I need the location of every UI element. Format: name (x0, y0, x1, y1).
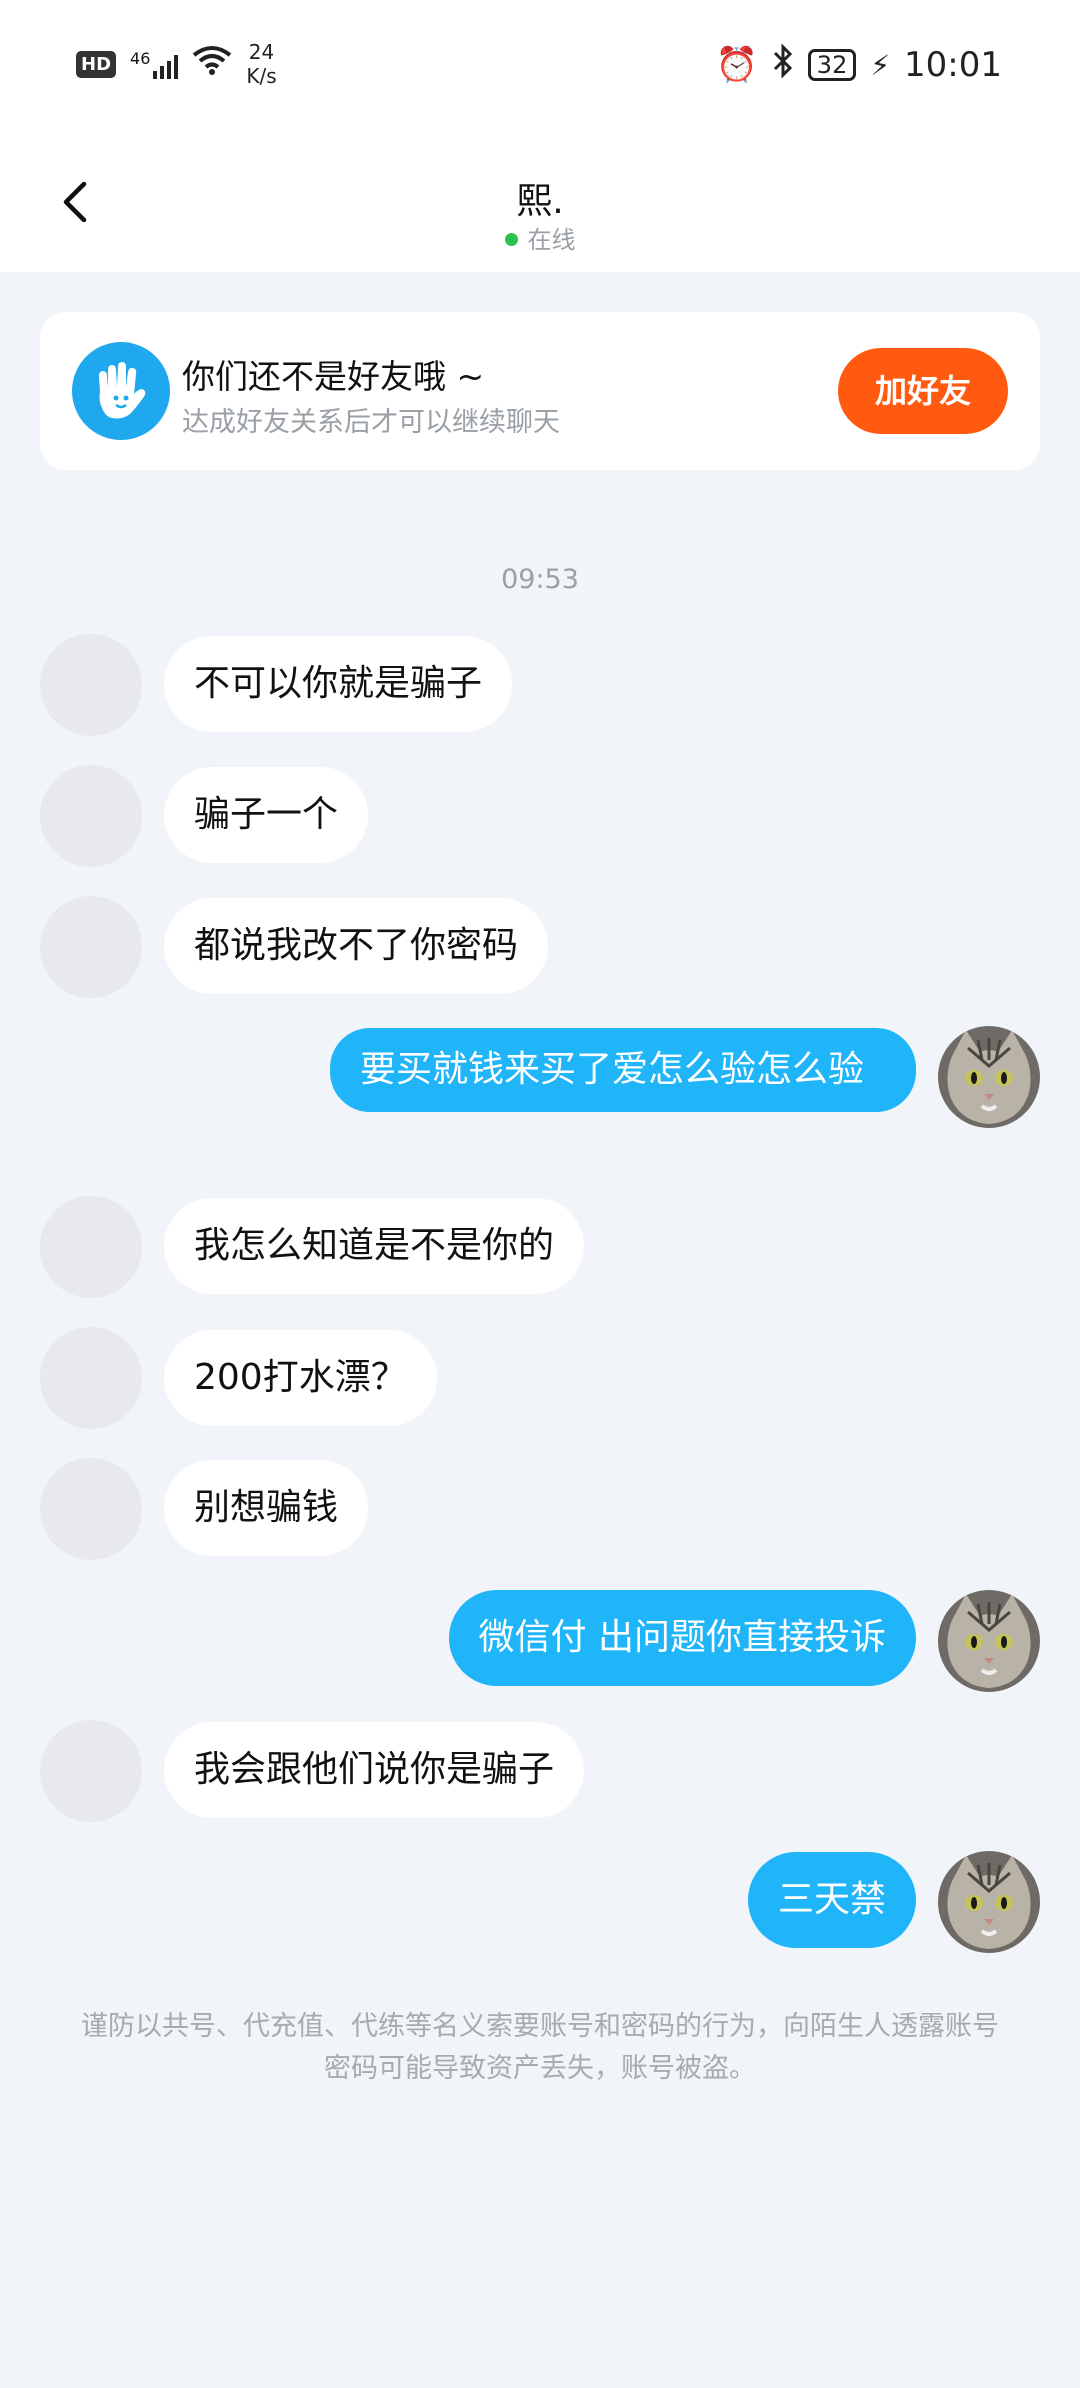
user-avatar[interactable] (938, 1851, 1040, 1953)
charging-icon: ⚡ (870, 48, 891, 82)
security-disclaimer: 谨防以共号、代充值、代练等名义索要账号和密码的行为，向陌生人透露账号密码可能导致… (81, 2011, 999, 2084)
chat-header: 熙. 在线 (0, 130, 1080, 272)
status-bar: HD 46 24 K/s ⏰ 32 ⚡ 10:01 (0, 0, 1080, 130)
online-dot-icon (504, 233, 518, 246)
cat-avatar-icon (938, 1590, 1040, 1692)
contact-avatar[interactable] (40, 896, 142, 998)
contact-avatar[interactable] (40, 1458, 142, 1560)
card-title: 你们还不是好友哦 ~ (182, 357, 485, 396)
online-status-label: 在线 (527, 226, 576, 254)
wifi-icon (192, 45, 232, 83)
hand-wave-icon (72, 342, 170, 440)
network-speed: 24 K/s (246, 40, 276, 88)
contact-avatar[interactable] (40, 765, 142, 867)
incoming-message[interactable]: 不可以你就是骗子 (164, 636, 513, 732)
outgoing-message[interactable]: 要买就钱来买了爱怎么验怎么验 (330, 1028, 916, 1112)
network-type: 46 (130, 49, 151, 68)
contact-avatar[interactable] (40, 1327, 142, 1429)
incoming-message[interactable]: 我会跟他们说你是骗子 (164, 1722, 585, 1818)
hd-badge: HD (76, 50, 117, 78)
contact-avatar[interactable] (40, 634, 142, 736)
online-status: 在线 (0, 220, 1080, 255)
bluetooth-icon (772, 43, 794, 86)
cat-avatar-icon (938, 1026, 1040, 1128)
incoming-message[interactable]: 骗子一个 (164, 767, 369, 863)
contact-avatar[interactable] (40, 1196, 142, 1298)
incoming-message[interactable]: 别想骗钱 (164, 1460, 369, 1556)
cell-signal-icon: 46 (130, 49, 179, 79)
status-left: HD 46 24 K/s (76, 40, 277, 88)
outgoing-message[interactable]: 微信付 出问题你直接投诉 (448, 1590, 916, 1686)
battery-level: 32 (807, 49, 857, 81)
user-avatar[interactable] (938, 1026, 1040, 1128)
add-friend-card: 你们还不是好友哦 ~ 达成好友关系后才可以继续聊天 加好友 (40, 312, 1040, 470)
contact-name[interactable]: 熙. (0, 172, 1080, 224)
alarm-icon: ⏰ (715, 45, 758, 85)
user-avatar[interactable] (938, 1590, 1040, 1692)
clock: 10:01 (904, 45, 1002, 85)
speed-unit: K/s (246, 64, 277, 88)
status-right: ⏰ 32 ⚡ 10:01 (715, 43, 1002, 86)
outgoing-message[interactable]: 三天禁 (747, 1852, 916, 1948)
add-friend-button[interactable]: 加好友 (838, 348, 1008, 434)
contact-avatar[interactable] (40, 1720, 142, 1822)
incoming-message[interactable]: 都说我改不了你密码 (164, 898, 549, 994)
cat-avatar-icon (938, 1851, 1040, 1953)
message-timestamp: 09:53 (501, 564, 579, 595)
incoming-message[interactable]: 200打水漂？ (164, 1330, 437, 1426)
incoming-message[interactable]: 我怎么知道是不是你的 (164, 1198, 585, 1294)
card-subtitle: 达成好友关系后才可以继续聊天 (182, 407, 560, 438)
speed-value: 24 (248, 40, 275, 64)
